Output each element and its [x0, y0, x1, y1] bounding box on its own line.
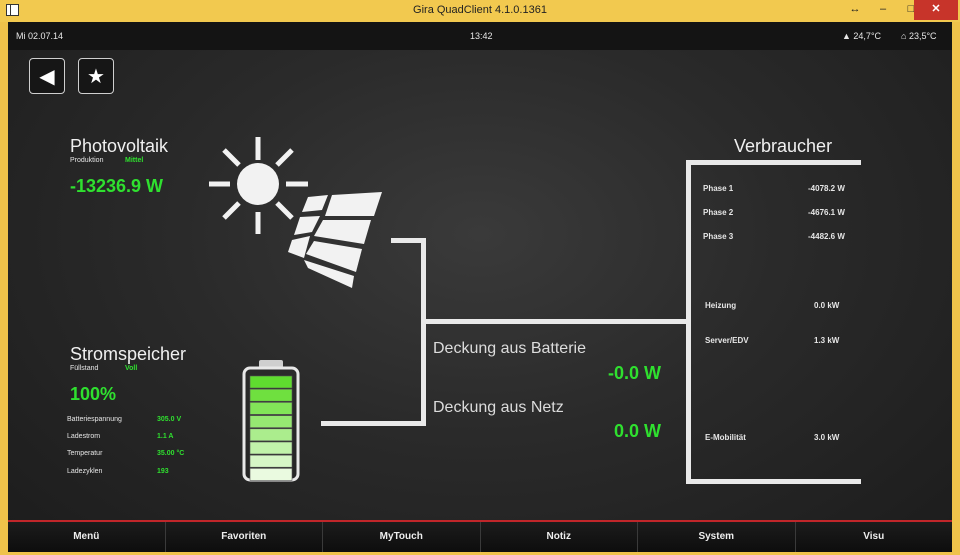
storage-sub-label: Füllstand: [70, 365, 99, 372]
visu-screen: Mi 02.07.14 13:42 ▲ 24,7°C ⌂ 23,5°C ◀ ★ …: [8, 22, 952, 552]
load-value: 3.0 kW: [814, 433, 840, 442]
resize-icon[interactable]: ↔: [842, 0, 868, 20]
battery-icon: [242, 360, 300, 482]
phase-value: -4078.2 W: [808, 184, 845, 193]
storage-row-label: Ladezyklen: [67, 468, 103, 475]
favorite-button[interactable]: ★: [78, 58, 114, 94]
battery-cell: [249, 454, 293, 468]
consumer-bottom-line: [686, 479, 861, 484]
grid-coverage-label: Deckung aus Netz: [433, 399, 564, 416]
outside-temperature: ▲ 24,7°C: [842, 31, 882, 41]
battery-cell: [249, 375, 293, 389]
battery-cell: [249, 415, 293, 428]
battery-connector: [321, 421, 426, 426]
consumer-top-line: [686, 160, 861, 165]
status-time: 13:42: [470, 31, 493, 41]
consumer-connector: [421, 319, 691, 324]
storage-level: 100%: [70, 384, 117, 404]
pv-power: -13236.9 W: [70, 176, 164, 196]
battery-coverage-label: Deckung aus Batterie: [433, 340, 586, 357]
consumer-bracket: [686, 160, 691, 484]
title-bar: Gira QuadClient 4.1.0.1361 ↔ – □ ✕: [0, 0, 960, 22]
menu-item-visu[interactable]: Visu: [796, 522, 953, 552]
menu-item-system[interactable]: System: [638, 522, 796, 552]
bottom-menu: Menü Favoriten MyTouch Notiz System Visu: [8, 520, 952, 552]
pv-sub-value: Mittel: [125, 157, 144, 164]
load-label: E-Mobilität: [705, 433, 746, 442]
menu-item-note[interactable]: Notiz: [481, 522, 638, 552]
phase-value: -4676.1 W: [808, 208, 845, 217]
storage-row-value: 305.0 V: [157, 416, 182, 423]
battery-cell: [249, 402, 293, 415]
storage-sub-value: Voll: [125, 365, 138, 372]
battery-cell: [249, 468, 293, 481]
load-value: 0.0 kW: [814, 301, 840, 310]
back-button[interactable]: ◀: [29, 58, 65, 94]
battery-cell: [249, 441, 293, 455]
status-date: Mi 02.07.14: [16, 31, 64, 41]
grid-coverage-value: 0.0 W: [614, 421, 662, 441]
app-window: Gira QuadClient 4.1.0.1361 ↔ – □ ✕ Mi 02…: [0, 0, 960, 555]
load-label: Heizung: [705, 301, 737, 310]
inside-temperature: ⌂ 23,5°C: [901, 31, 937, 41]
inside-temperature-value: 23,5°C: [908, 31, 937, 41]
load-label: Server/EDV: [705, 336, 749, 345]
close-button[interactable]: ✕: [914, 0, 958, 20]
pv-title: Photovoltaik: [70, 136, 169, 156]
menu-item-mytouch[interactable]: MyTouch: [323, 522, 481, 552]
status-bar: Mi 02.07.14 13:42 ▲ 24,7°C ⌂ 23,5°C: [8, 22, 952, 50]
sun-panel-icon: [209, 137, 382, 288]
menu-item-favorites[interactable]: Favoriten: [166, 522, 323, 552]
battery-cell: [249, 428, 293, 442]
load-value: 1.3 kW: [814, 336, 840, 345]
storage-title: Stromspeicher: [70, 344, 187, 364]
phase-label: Phase 3: [703, 232, 734, 241]
storage-row-value: 1.1 A: [157, 433, 174, 440]
phase-label: Phase 2: [703, 208, 734, 217]
window-title: Gira QuadClient 4.1.0.1361: [413, 4, 547, 16]
battery-cells: [249, 375, 293, 481]
battery-coverage-value: -0.0 W: [608, 363, 662, 383]
storage-row-value: 193: [157, 468, 169, 475]
phase-value: -4482.6 W: [808, 232, 845, 241]
phase-label: Phase 1: [703, 184, 734, 193]
storage-row-label: Temperatur: [67, 450, 103, 457]
storage-row-value: 35.00 °C: [157, 450, 185, 457]
storage-row-label: Batteriespannung: [67, 416, 122, 423]
minimize-button[interactable]: –: [870, 0, 896, 20]
pv-sub-label: Produktion: [70, 157, 104, 164]
bus-line: [421, 238, 426, 426]
battery-cell: [249, 388, 293, 402]
consumer-title: Verbraucher: [734, 136, 833, 156]
menu-item-menu[interactable]: Menü: [8, 522, 166, 552]
storage-row-label: Ladestrom: [67, 433, 101, 440]
outside-temperature-value: 24,7°C: [853, 31, 882, 41]
